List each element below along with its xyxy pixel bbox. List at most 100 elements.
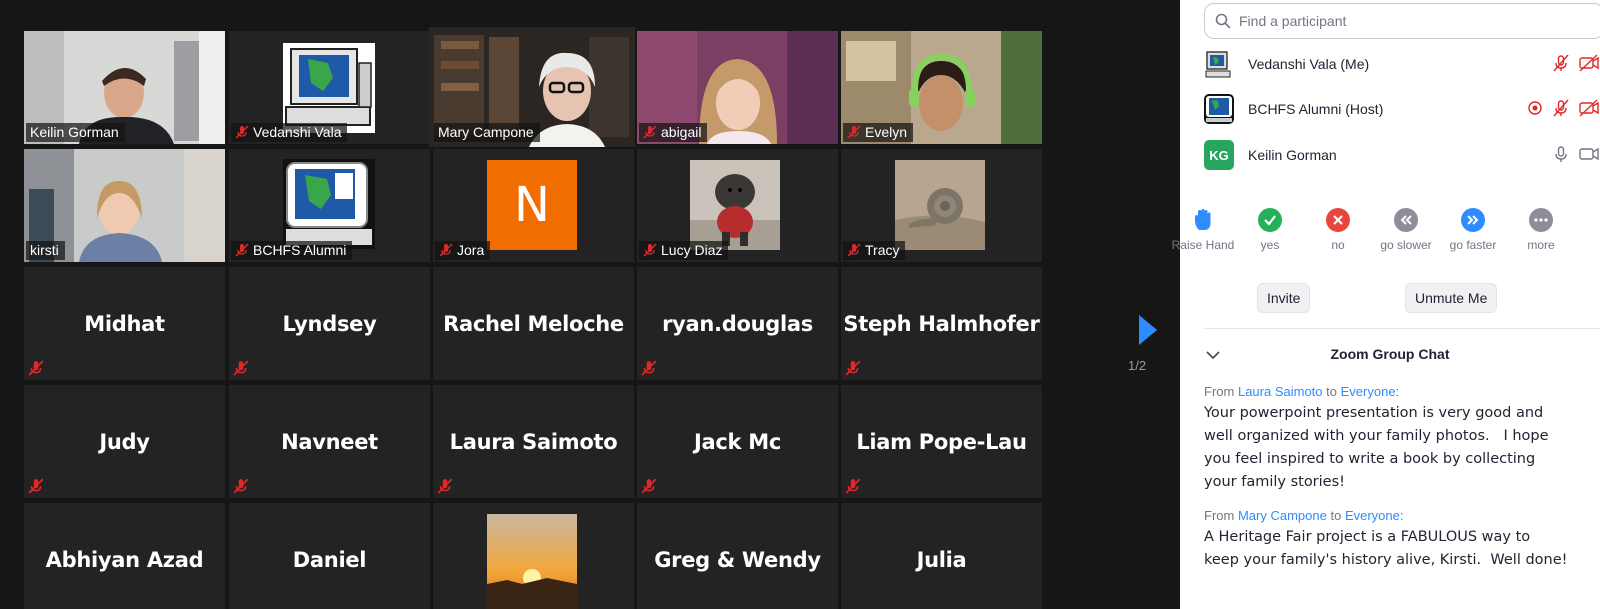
video-tile-sunset[interactable] — [433, 503, 634, 609]
dog-photo-avatar — [690, 160, 780, 250]
name-tile-greg-wendy[interactable]: Greg & Wendy — [637, 503, 838, 609]
reaction-label: Raise Hand — [1171, 238, 1235, 252]
mic-muted-icon — [643, 243, 657, 257]
video-tile-tracy[interactable]: Tracy — [841, 149, 1042, 262]
participant-name-label: abigail — [639, 123, 708, 142]
video-tile-abigail[interactable]: abigail — [637, 31, 838, 144]
no-button[interactable]: no — [1303, 208, 1373, 252]
chat-title: Zoom Group Chat — [1330, 346, 1450, 362]
chat-message-body: Your powerpoint presentation is very goo… — [1204, 402, 1574, 494]
participant-row[interactable]: KG Keilin Gorman — [1204, 136, 1600, 174]
next-page-arrow-icon[interactable] — [1137, 313, 1159, 347]
go-faster-button[interactable]: go faster — [1438, 208, 1508, 252]
mic-muted-icon — [437, 478, 453, 494]
chat-header: Zoom Group Chat — [1204, 340, 1600, 370]
message-line: Your powerpoint presentation is very goo… — [1204, 405, 1544, 421]
name-tile-navneet[interactable]: Navneet — [229, 385, 430, 498]
video-gallery: Keilin Gorman Vedanshi Vala Mary Campone… — [0, 0, 1180, 609]
name-tile-daniel[interactable]: Daniel — [229, 503, 430, 609]
chat-message-body: A Heritage Fair project is a FABULOUS wa… — [1204, 526, 1574, 572]
divider — [1204, 328, 1600, 329]
participant-row[interactable]: BCHFS Alumni (Host) — [1204, 90, 1600, 128]
name-tile-abhiyan-azad[interactable]: Abhiyan Azad — [24, 503, 225, 609]
participant-name: Steph Halmhofer — [843, 311, 1040, 336]
avatar — [1204, 94, 1234, 124]
yes-button[interactable]: yes — [1235, 208, 1305, 252]
sender-link[interactable]: Laura Saimoto — [1238, 384, 1323, 399]
from-text: From — [1204, 384, 1235, 399]
chat-message-meta: From Mary Campone to Everyone: — [1204, 508, 1404, 523]
mic-muted-icon — [439, 243, 453, 257]
video-off-icon[interactable] — [1578, 99, 1600, 117]
mic-muted-icon — [847, 125, 861, 139]
reaction-label: go slower — [1380, 238, 1432, 252]
participants-chat-panel: Vedanshi Vala (Me) BCHFS Alumni (Host) K… — [1172, 0, 1600, 609]
message-line: well organized with your family photos. … — [1204, 428, 1549, 444]
participant-name: Judy — [99, 429, 150, 454]
mic-muted-icon — [847, 243, 861, 257]
raise-hand-button[interactable]: Raise Hand — [1168, 208, 1238, 252]
message-line: A Heritage Fair project is a FABULOUS wa… — [1204, 529, 1531, 545]
name-tile-liam-pope-lau[interactable]: Liam Pope-Lau — [841, 385, 1042, 498]
more-reactions-button[interactable]: more — [1506, 208, 1576, 252]
video-tile-vedanshi-vala[interactable]: Vedanshi Vala — [229, 31, 430, 144]
name-tile-julia[interactable]: Julia — [841, 503, 1042, 609]
mic-muted-icon — [233, 360, 249, 376]
search-input[interactable] — [1239, 13, 1539, 29]
sender-link[interactable]: Mary Campone — [1238, 508, 1327, 523]
recipient-link[interactable]: Everyone — [1345, 508, 1400, 523]
participant-name: Keilin Gorman — [1248, 147, 1337, 163]
to-text: to — [1326, 384, 1337, 399]
participant-name-label: Vedanshi Vala — [231, 123, 348, 142]
participant-name: Laura Saimoto — [449, 429, 618, 454]
name-tile-lyndsey[interactable]: Lyndsey — [229, 267, 430, 380]
video-off-icon[interactable] — [1578, 54, 1600, 72]
from-text: From — [1204, 508, 1235, 523]
name-tile-steph-halmhofer[interactable]: Steph Halmhofer — [841, 267, 1042, 380]
participant-name: Liam Pope-Lau — [856, 429, 1027, 454]
participant-search-box[interactable] — [1204, 3, 1600, 39]
video-tile-evelyn[interactable]: Evelyn — [841, 31, 1042, 144]
recording-icon — [1528, 101, 1542, 115]
name-tile-ryan-douglas[interactable]: ryan.douglas — [637, 267, 838, 380]
participant-name: ryan.douglas — [662, 311, 813, 336]
name-tile-midhat[interactable]: Midhat — [24, 267, 225, 380]
mic-muted-icon — [641, 360, 657, 376]
participant-name-label: kirsti — [26, 241, 65, 260]
mic-muted-icon — [845, 478, 861, 494]
participant-name: Abhiyan Azad — [45, 547, 204, 572]
mic-muted-icon[interactable] — [1552, 99, 1570, 117]
video-tile-bchfs-alumni[interactable]: BCHFS Alumni — [229, 149, 430, 262]
check-icon — [1258, 208, 1282, 232]
x-icon — [1326, 208, 1350, 232]
name-tile-jack-mc[interactable]: Jack Mc — [637, 385, 838, 498]
name-tile-judy[interactable]: Judy — [24, 385, 225, 498]
unmute-me-button[interactable]: Unmute Me — [1405, 283, 1498, 313]
mic-icon[interactable] — [1552, 145, 1570, 163]
participant-name: Greg & Wendy — [654, 547, 821, 572]
go-slower-button[interactable]: go slower — [1371, 208, 1441, 252]
name-tile-laura-saimoto[interactable]: Laura Saimoto — [433, 385, 634, 498]
avatar: KG — [1204, 140, 1234, 170]
video-tile-mary-campone[interactable]: Mary Campone — [429, 27, 635, 147]
mic-muted-icon — [643, 125, 657, 139]
participant-name: Midhat — [84, 311, 165, 336]
participant-status-icons — [1552, 145, 1600, 163]
invite-button[interactable]: Invite — [1257, 283, 1311, 313]
video-tile-keilin-gorman[interactable]: Keilin Gorman — [24, 31, 225, 144]
message-line: you feel inspired to write a book by col… — [1204, 451, 1536, 467]
search-icon — [1215, 13, 1231, 29]
mic-muted-icon — [28, 478, 44, 494]
participant-row[interactable]: Vedanshi Vala (Me) — [1204, 45, 1600, 83]
mic-muted-icon — [235, 243, 249, 257]
video-tile-jora[interactable]: N Jora — [433, 149, 634, 262]
name-tile-rachel-meloche[interactable]: Rachel Meloche — [433, 267, 634, 380]
video-icon[interactable] — [1578, 145, 1600, 163]
participant-name-label: BCHFS Alumni — [231, 241, 353, 260]
video-tile-kirsti[interactable]: kirsti — [24, 149, 225, 262]
mic-muted-icon[interactable] — [1552, 54, 1570, 72]
video-tile-lucy-diaz[interactable]: Lucy Diaz — [637, 149, 838, 262]
recipient-link[interactable]: Everyone — [1341, 384, 1396, 399]
participant-name: BCHFS Alumni (Host) — [1248, 101, 1384, 117]
participant-name: Lyndsey — [282, 311, 377, 336]
